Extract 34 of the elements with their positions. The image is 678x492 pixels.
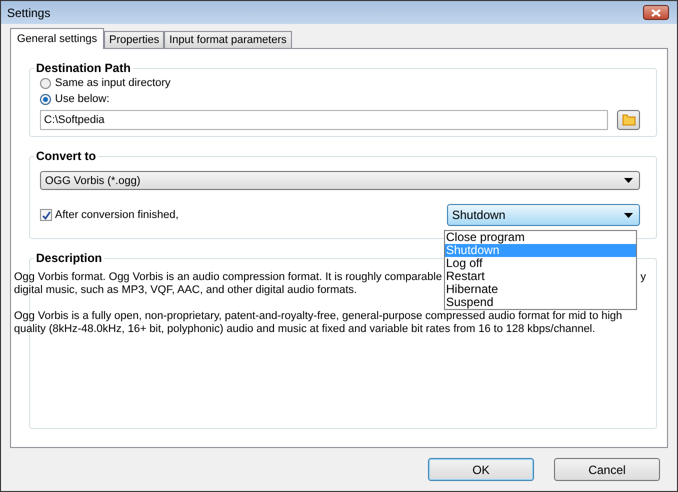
group-title: Destination Path <box>35 61 132 75</box>
radio-label: Use below: <box>55 93 110 105</box>
dialog-button[interactable]: OK <box>428 458 534 481</box>
caret-icon <box>624 212 633 218</box>
radio-button[interactable] <box>40 94 51 104</box>
description-text: y <box>640 271 646 284</box>
dropdown-option[interactable]: Restart <box>445 270 636 283</box>
action-dropdown[interactable]: Shutdown <box>447 204 640 226</box>
group-title: Description <box>35 251 104 265</box>
path-field[interactable]: C:\Softpedia <box>40 110 608 130</box>
dropdown-option[interactable]: Suspend <box>445 296 636 309</box>
dialog-button[interactable]: Cancel <box>554 458 660 481</box>
dropdown-option[interactable]: Hibernate <box>445 283 636 296</box>
description-text: digital music, such as MP3, VQF, AAC, and other digital audio formats. <box>14 284 357 297</box>
format-dropdown[interactable]: OGG Vorbis (*.ogg) <box>40 171 640 190</box>
group-title: Convert to <box>35 149 97 163</box>
tab[interactable]: Input format parameters <box>164 31 292 48</box>
close-button[interactable] <box>643 5 669 20</box>
checkbox-label: After conversion finished, <box>55 209 179 221</box>
caret-icon <box>624 178 633 183</box>
folder-icon <box>622 114 636 126</box>
close-icon <box>651 8 661 16</box>
radio-button[interactable] <box>40 78 51 88</box>
dropdown-option[interactable]: Log off <box>445 257 636 270</box>
tab[interactable]: Properties <box>104 31 164 48</box>
tab[interactable]: General settings <box>10 28 104 49</box>
description-text: Ogg Vorbis is a fully open, non-proprietary, patent-and-royalty-free, general-purpose compressed audio format for mid to high <box>14 310 622 323</box>
dropdown-option[interactable]: Close program <box>445 231 636 244</box>
checkbox[interactable] <box>40 209 52 221</box>
description-text: Ogg Vorbis format. Ogg Vorbis is an audio compression format. It is roughly comparable <box>14 271 442 284</box>
browse-button[interactable] <box>617 110 640 130</box>
radio-label: Same as input directory <box>55 77 171 89</box>
window-title: Settings <box>7 6 50 20</box>
description-text: quality (8kHz-48.0kHz, 16+ bit, polyphonic) audio and music at fixed and variable bit rates from 16 to 128 kbps/channel. <box>14 323 596 336</box>
